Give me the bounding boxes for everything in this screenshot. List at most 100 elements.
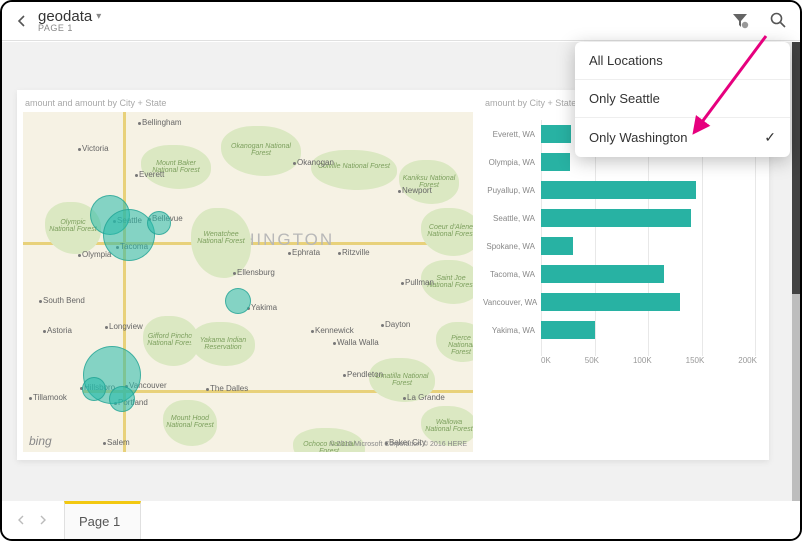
bar-chart-visual[interactable]: Everett, WAOlympia, WAPuyallup, WASeattl… — [483, 112, 761, 452]
chart-bar[interactable] — [541, 321, 595, 339]
map-city-dot — [398, 190, 401, 193]
map-city-dot — [78, 254, 81, 257]
chevron-down-icon: ▾ — [96, 12, 101, 22]
map-visual[interactable]: WASHINGTON ID Okanogan National ForestMo… — [23, 112, 473, 452]
page-subtitle: PAGE 1 — [38, 24, 101, 33]
filter-menu-item-label: Only Washington — [589, 130, 688, 145]
map-attribution: © 2016 Microsoft Corporation © 2016 HERE — [329, 441, 467, 448]
map-city-label: La Grande — [407, 393, 445, 402]
filter-funnel-icon — [731, 11, 749, 29]
map-city-label: Salem — [107, 438, 130, 447]
map-visual-title: amount and amount by City + State — [25, 98, 166, 108]
chart-axis-tick: 0K — [541, 356, 551, 370]
chart-axis-tick: 50K — [585, 356, 599, 370]
map-city-dot — [401, 282, 404, 285]
map-data-bubble[interactable] — [225, 288, 251, 314]
search-icon — [769, 11, 787, 29]
chart-category-label: Everett, WA — [483, 130, 541, 139]
chart-bar[interactable] — [541, 125, 571, 143]
chart-bar-area — [541, 209, 761, 227]
map-city-label: Newport — [402, 186, 432, 195]
map-city-label: Okanogan — [297, 158, 334, 167]
map-city-label: Walla Walla — [337, 338, 379, 347]
map-data-bubble[interactable] — [147, 211, 171, 235]
map-forest-label: Okanogan National Forest — [223, 143, 299, 157]
map-city-dot — [233, 272, 236, 275]
chart-bar[interactable] — [541, 293, 680, 311]
top-toolbar: geodata ▾ PAGE 1 — [2, 2, 800, 41]
map-forest-label: Mount Hood National Forest — [165, 415, 215, 429]
chart-axis-tick: 150K — [686, 356, 705, 370]
page-tab-bar: Page 1 — [2, 501, 800, 539]
title-group[interactable]: geodata ▾ PAGE 1 — [38, 9, 101, 33]
chart-row: Puyallup, WA — [483, 176, 761, 204]
map-city-label: Victoria — [82, 144, 109, 153]
map-city-dot — [288, 252, 291, 255]
page-next-button[interactable] — [32, 509, 54, 531]
chart-axis-tick: 200K — [738, 356, 757, 370]
caret-left-icon — [16, 515, 26, 525]
page-prev-button[interactable] — [10, 509, 32, 531]
map-data-bubble[interactable] — [82, 377, 106, 401]
map-city-dot — [78, 148, 81, 151]
map-city-label: Astoria — [47, 326, 72, 335]
map-city-label: Pendleton — [347, 370, 383, 379]
back-button[interactable] — [10, 9, 34, 33]
chart-bar[interactable] — [541, 181, 696, 199]
chart-bar[interactable] — [541, 153, 570, 171]
map-forest-label: Pierce National Forest — [438, 335, 473, 356]
map-data-bubble[interactable] — [109, 386, 135, 412]
map-city-dot — [103, 442, 106, 445]
map-city-dot — [29, 397, 32, 400]
map-city-dot — [343, 374, 346, 377]
chart-row: Yakima, WA — [483, 316, 761, 344]
map-forest-label: Wallowa National Forest — [423, 419, 473, 433]
chart-category-label: Tacoma, WA — [483, 270, 541, 279]
app-window: geodata ▾ PAGE 1 amount — [0, 0, 802, 541]
map-city-dot — [311, 330, 314, 333]
caret-right-icon — [38, 515, 48, 525]
filter-menu-item[interactable]: All Locations — [575, 42, 790, 80]
map-forest-label: Gifford Pinchot National Forest — [145, 333, 197, 347]
chart-bar-area — [541, 181, 761, 199]
map-city-dot — [39, 300, 42, 303]
page-tab-active[interactable]: Page 1 — [64, 501, 141, 539]
map-city-dot — [43, 330, 46, 333]
report-title: geodata — [38, 9, 92, 24]
map-city-label: Ellensburg — [237, 268, 275, 277]
map-city-label: Dayton — [385, 320, 410, 329]
map-city-label: The Dalles — [210, 384, 248, 393]
map-city-label: Longview — [109, 322, 143, 331]
chart-bar[interactable] — [541, 237, 573, 255]
map-city-dot — [135, 174, 138, 177]
map-city-label: Ephrata — [292, 248, 320, 257]
scrollbar-thumb[interactable] — [792, 42, 800, 294]
map-forest-label: Wenatchee National Forest — [193, 231, 249, 245]
chart-bar-area — [541, 265, 761, 283]
chart-bar[interactable] — [541, 265, 664, 283]
map-city-dot — [381, 324, 384, 327]
bing-logo: bing — [29, 434, 52, 448]
chart-row: Spokane, WA — [483, 232, 761, 260]
map-background: WASHINGTON ID Okanogan National ForestMo… — [23, 112, 473, 452]
chart-x-axis: 0K50K100K150K200K — [541, 356, 757, 370]
filter-menu-item-label: All Locations — [589, 53, 663, 68]
chart-row: Vancouver, WA — [483, 288, 761, 316]
map-city-dot — [293, 162, 296, 165]
map-city-dot — [105, 326, 108, 329]
filter-button[interactable] — [728, 8, 752, 32]
filter-menu-item-label: Only Seattle — [589, 91, 660, 106]
map-city-label: Ritzville — [342, 248, 370, 257]
filter-menu-item[interactable]: Only Washington✓ — [575, 118, 790, 157]
chart-bar-area — [541, 293, 761, 311]
filter-menu-item[interactable]: Only Seattle — [575, 80, 790, 118]
chart-row: Seattle, WA — [483, 204, 761, 232]
map-city-label: Everett — [139, 170, 164, 179]
chart-bar-area — [541, 321, 761, 339]
map-forest-label: Coeur d'Alene National Forest — [423, 224, 473, 238]
chart-category-label: Seattle, WA — [483, 214, 541, 223]
map-city-label: Yakima — [251, 303, 277, 312]
search-button[interactable] — [766, 8, 790, 32]
chart-bar[interactable] — [541, 209, 691, 227]
chart-category-label: Spokane, WA — [483, 242, 541, 251]
